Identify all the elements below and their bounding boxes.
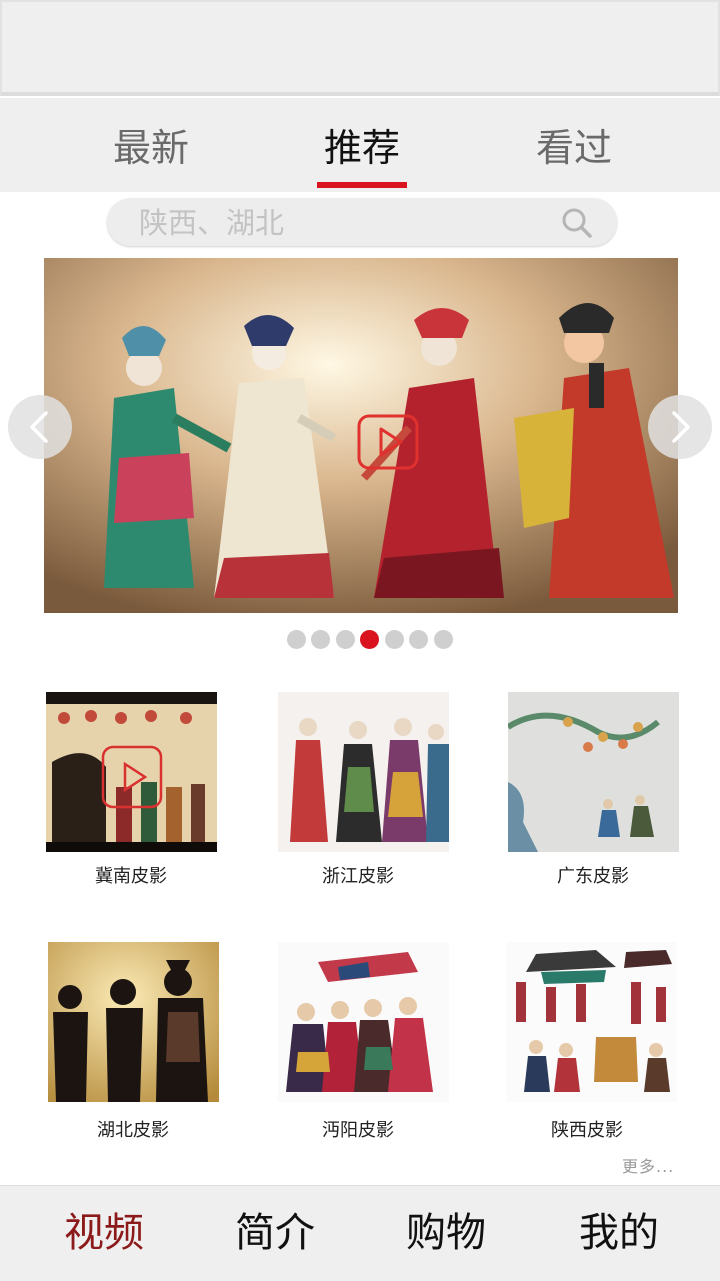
banner-image [44, 258, 678, 613]
search-icon[interactable] [561, 207, 593, 239]
carousel-dot[interactable] [311, 630, 330, 649]
video-title: 陕西皮影 [551, 1120, 623, 1141]
tab-label: 推荐 [323, 126, 400, 170]
video-title: 浙江皮影 [322, 866, 394, 887]
tab-label: 最新 [112, 126, 189, 170]
carousel-dot[interactable] [409, 630, 428, 649]
video-title: 沔阳皮影 [322, 1120, 394, 1141]
chevron-right-icon [672, 411, 690, 443]
top-tab-bar: 最新 推荐 看过 [0, 98, 720, 192]
tab-latest[interactable]: 最新 [81, 120, 221, 180]
video-title: 广东皮影 [557, 866, 629, 887]
video-title: 湖北皮影 [97, 1120, 169, 1141]
video-thumbnail [278, 692, 449, 852]
video-item-hubei[interactable]: 湖北皮影 [33, 940, 233, 1141]
nav-me[interactable]: 我的 [549, 1206, 689, 1260]
video-thumbnail [508, 692, 679, 852]
carousel-dot-active[interactable] [360, 630, 379, 649]
video-item-zhejiang[interactable]: 浙江皮影 [258, 690, 458, 890]
tab-label: 看过 [535, 126, 612, 170]
nav-video[interactable]: 视频 [34, 1206, 174, 1260]
bottom-nav: 视频 简介 购物 我的 [0, 1185, 720, 1281]
chevron-left-icon [30, 411, 48, 443]
video-item-guangdong[interactable]: 广东皮影 [493, 690, 693, 890]
video-thumbnail [46, 692, 217, 852]
nav-shopping[interactable]: 购物 [376, 1206, 516, 1260]
carousel-prev-button[interactable] [8, 395, 72, 459]
tab-recommended[interactable]: 推荐 [292, 120, 432, 188]
tab-watched[interactable]: 看过 [504, 120, 644, 180]
carousel-next-button[interactable] [648, 395, 712, 459]
carousel-dot[interactable] [287, 630, 306, 649]
video-item-mianyang[interactable]: 沔阳皮影 [258, 940, 458, 1141]
nav-intro[interactable]: 简介 [205, 1206, 345, 1260]
search-bar [107, 198, 617, 246]
video-item-jinan[interactable]: 冀南皮影 [31, 690, 231, 890]
video-thumbnail [506, 942, 677, 1102]
video-thumbnail [278, 942, 449, 1102]
carousel-dot[interactable] [336, 630, 355, 649]
more-link[interactable]: 更多... [622, 1153, 674, 1177]
banner-carousel[interactable] [44, 258, 678, 613]
carousel-dot[interactable] [434, 630, 453, 649]
tab-active-indicator [317, 182, 407, 188]
search-input[interactable] [137, 202, 541, 244]
carousel-pagination [287, 630, 467, 650]
video-thumbnail [48, 942, 219, 1102]
video-title: 冀南皮影 [95, 866, 167, 887]
video-item-shaanxi[interactable]: 陕西皮影 [487, 940, 687, 1141]
carousel-dot[interactable] [385, 630, 404, 649]
status-bar [0, 0, 720, 96]
